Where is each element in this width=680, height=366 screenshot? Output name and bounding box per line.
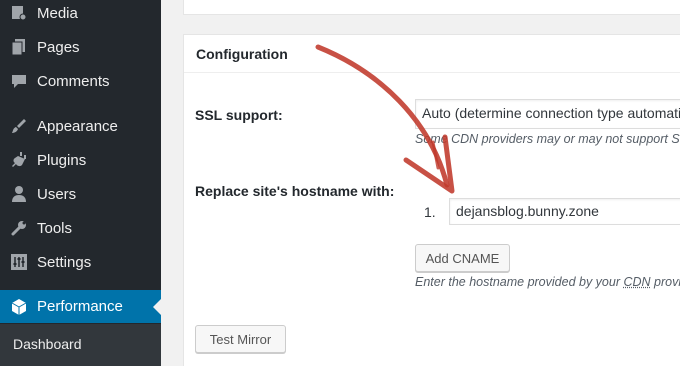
- hostname-description-text: Enter the hostname provided by your: [415, 275, 624, 289]
- previous-panel: [183, 0, 680, 15]
- sidebar-item-label: Comments: [37, 72, 110, 90]
- hostname-label: Replace site's hostname with:: [195, 183, 395, 199]
- cdn-abbreviation: CDN: [623, 275, 651, 289]
- sidebar-item-appearance[interactable]: Appearance: [0, 110, 161, 142]
- cname-input[interactable]: dejansblog.bunny.zone: [449, 198, 680, 225]
- sidebar-item-label: Media: [37, 4, 78, 22]
- ssl-support-select[interactable]: Auto (determine connection type automati…: [415, 99, 680, 129]
- test-mirror-button[interactable]: Test Mirror: [195, 325, 286, 353]
- active-indicator: [153, 298, 161, 315]
- sidebar-item-pages[interactable]: Pages: [0, 31, 161, 63]
- users-icon: [10, 185, 28, 203]
- sidebar-item-comments[interactable]: Comments: [0, 65, 161, 97]
- tools-icon: [10, 219, 28, 237]
- performance-icon: [10, 298, 28, 316]
- panel-title: Configuration: [196, 46, 288, 62]
- sidebar-item-label: Plugins: [37, 151, 87, 169]
- sidebar-item-label: Settings: [37, 253, 92, 271]
- cname-list-number: 1.: [424, 204, 436, 220]
- admin-sidebar: Media Pages Comments Appearance Plugins …: [0, 0, 161, 366]
- sidebar-item-tools[interactable]: Tools: [0, 212, 161, 244]
- sidebar-item-users[interactable]: Users: [0, 178, 161, 210]
- configuration-panel: Configuration SSL support: Auto (determi…: [183, 34, 680, 366]
- comments-icon: [10, 72, 28, 90]
- sidebar-item-label: Tools: [37, 219, 73, 237]
- media-icon: [10, 4, 28, 22]
- ssl-support-label: SSL support:: [195, 107, 283, 123]
- ssl-support-description: Some CDN providers may or may not suppor…: [415, 132, 680, 146]
- sidebar-item-performance[interactable]: Performance: [0, 290, 161, 323]
- sidebar-item-media[interactable]: Media: [0, 0, 161, 29]
- panel-header: Configuration: [184, 35, 680, 73]
- sidebar-item-plugins[interactable]: Plugins: [0, 144, 161, 176]
- add-cname-button[interactable]: Add CNAME: [415, 244, 510, 272]
- pages-icon: [10, 38, 28, 56]
- sidebar-item-label: Performance: [37, 298, 123, 315]
- sidebar-item-settings[interactable]: Settings: [0, 246, 161, 278]
- sidebar-item-label: Pages: [37, 38, 80, 56]
- sidebar-item-label: Users: [37, 185, 77, 203]
- sidebar-item-label: Appearance: [37, 117, 118, 135]
- appearance-icon: [10, 117, 28, 135]
- hostname-description-suffix: provider: [654, 275, 680, 289]
- hostname-description: Enter the hostname provided by your CDN …: [415, 275, 680, 289]
- settings-icon: [10, 253, 28, 271]
- submenu-item-dashboard[interactable]: Dashboard: [13, 336, 82, 352]
- plugins-icon: [10, 151, 28, 169]
- sidebar-submenu: Dashboard: [0, 324, 161, 366]
